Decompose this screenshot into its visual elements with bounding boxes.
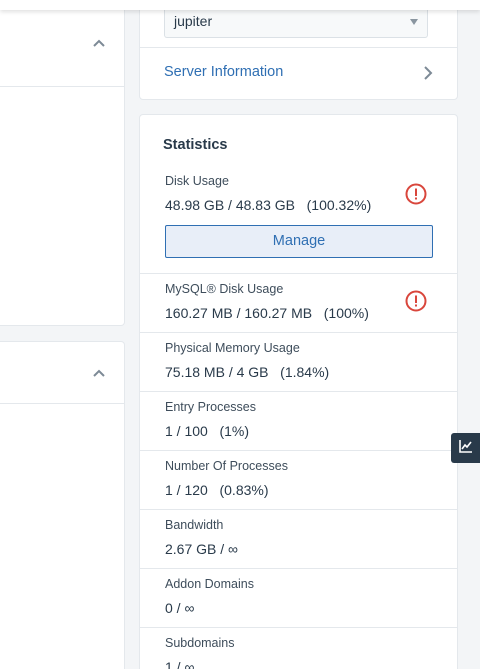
stat-value: 0 / ∞ [165,600,195,616]
divider [140,47,457,48]
server-information-link[interactable]: Server Information [164,64,283,80]
exclamation-circle-icon [405,183,427,205]
stat-entry-processes: Entry Processes 1 / 100 (1%) [140,392,457,451]
stat-value: 1 / ∞ [165,659,195,669]
chevron-up-icon[interactable] [92,366,106,380]
stat-label: Physical Memory Usage [165,341,300,355]
server-select[interactable]: jupiter [164,7,428,38]
statistics-side-tab[interactable] [451,433,480,463]
chevron-up-icon[interactable] [92,36,106,50]
stat-label: Bandwidth [165,518,224,532]
top-bar [0,0,480,10]
chevron-right-icon[interactable] [423,66,433,85]
stat-number-of-processes: Number Of Processes 1 / 120 (0.83%) [140,451,457,510]
stat-value: 75.18 MB / 4 GB (1.84%) [165,364,330,380]
stat-value: 2.67 GB / ∞ [165,541,239,557]
stat-addon-domains: Addon Domains 0 / ∞ [140,569,457,628]
stat-value: 1 / 100 (1%) [165,423,250,439]
stat-value: 48.98 GB / 48.83 GB (100.32%) [165,197,372,213]
stat-value: 1 / 120 (0.83%) [165,482,269,498]
caret-down-icon [410,19,418,25]
statistics-card: Statistics Disk Usage 48.98 GB / 48.83 G… [139,114,458,669]
stat-subdomains: Subdomains 1 / ∞ [140,628,457,669]
stat-label: MySQL® Disk Usage [165,282,284,296]
stat-bandwidth: Bandwidth 2.67 GB / ∞ [140,510,457,569]
exclamation-circle-icon [405,290,427,312]
statistics-title: Statistics [163,137,228,153]
stat-mysql-disk-usage: MySQL® Disk Usage 160.27 MB / 160.27 MB … [140,274,457,333]
server-select-value: jupiter [174,13,213,29]
stat-label: Subdomains [165,636,235,650]
stat-disk-usage: Disk Usage 48.98 GB / 48.83 GB (100.32%)… [140,167,457,274]
left-panel-upper [0,0,125,326]
stat-physical-memory: Physical Memory Usage 75.18 MB / 4 GB (1… [140,333,457,392]
chart-line-icon [458,439,473,458]
left-panel-lower [0,341,125,669]
left-panel-lower-header[interactable] [0,342,124,404]
manage-button[interactable]: Manage [165,225,433,258]
stat-value: 160.27 MB / 160.27 MB (100%) [165,305,369,321]
stat-label: Entry Processes [165,400,257,414]
server-card: jupiter Server Information [139,0,458,100]
left-panel-upper-header[interactable] [0,1,124,87]
stat-label: Addon Domains [165,577,254,591]
stat-label: Number Of Processes [165,459,288,473]
stat-label: Disk Usage [165,174,229,188]
